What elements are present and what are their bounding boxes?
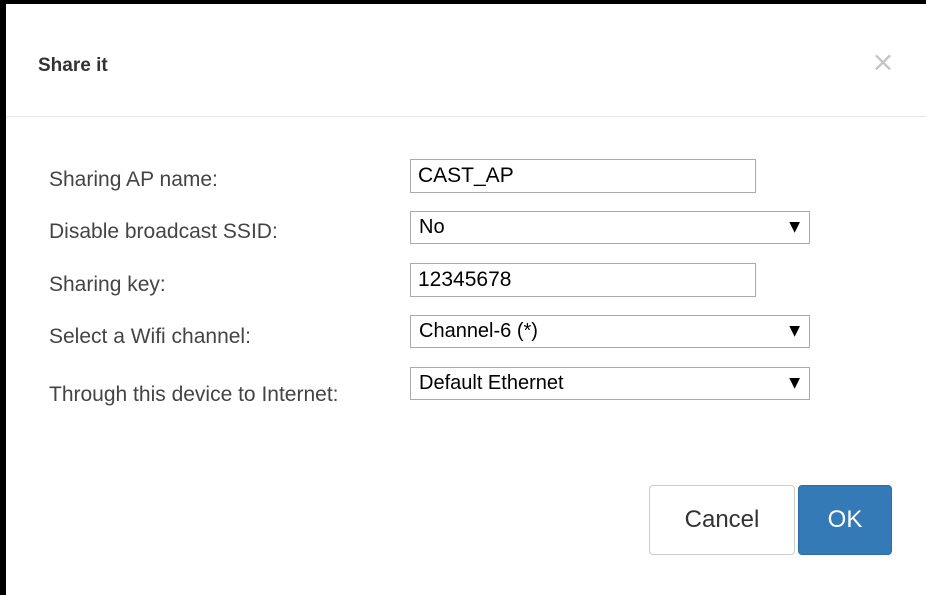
sharing-key-input[interactable] bbox=[410, 263, 756, 297]
dialog-title: Share it bbox=[38, 55, 108, 76]
wifi-channel-select[interactable]: Channel-6 (*) ▼ bbox=[410, 315, 810, 348]
wifi-channel-label: Select a Wifi channel: bbox=[49, 325, 251, 348]
dropdown-arrow-icon: ▼ bbox=[789, 219, 800, 235]
close-icon[interactable]: × bbox=[868, 44, 898, 80]
wifi-channel-value: Channel-6 (*) bbox=[419, 320, 538, 342]
sharing-key-label: Sharing key: bbox=[49, 273, 166, 296]
disable-ssid-select[interactable]: No ▼ bbox=[410, 211, 810, 244]
dropdown-arrow-icon: ▼ bbox=[789, 323, 800, 339]
dialog-header: Share it × bbox=[6, 4, 926, 117]
disable-ssid-value: No bbox=[419, 216, 445, 238]
disable-ssid-label: Disable broadcast SSID: bbox=[49, 220, 278, 243]
share-dialog: Share it × Sharing AP name: Disable broa… bbox=[6, 4, 926, 595]
internet-device-label: Through this device to Internet: bbox=[49, 383, 339, 406]
internet-device-select[interactable]: Default Ethernet ▼ bbox=[410, 367, 810, 400]
screenshot-frame: Share it × Sharing AP name: Disable broa… bbox=[0, 0, 926, 595]
dropdown-arrow-icon: ▼ bbox=[789, 375, 800, 391]
cancel-button[interactable]: Cancel bbox=[649, 485, 795, 555]
ok-button[interactable]: OK bbox=[798, 485, 892, 555]
internet-device-value: Default Ethernet bbox=[419, 372, 564, 394]
ap-name-input[interactable] bbox=[410, 159, 756, 193]
ap-name-label: Sharing AP name: bbox=[49, 168, 218, 191]
